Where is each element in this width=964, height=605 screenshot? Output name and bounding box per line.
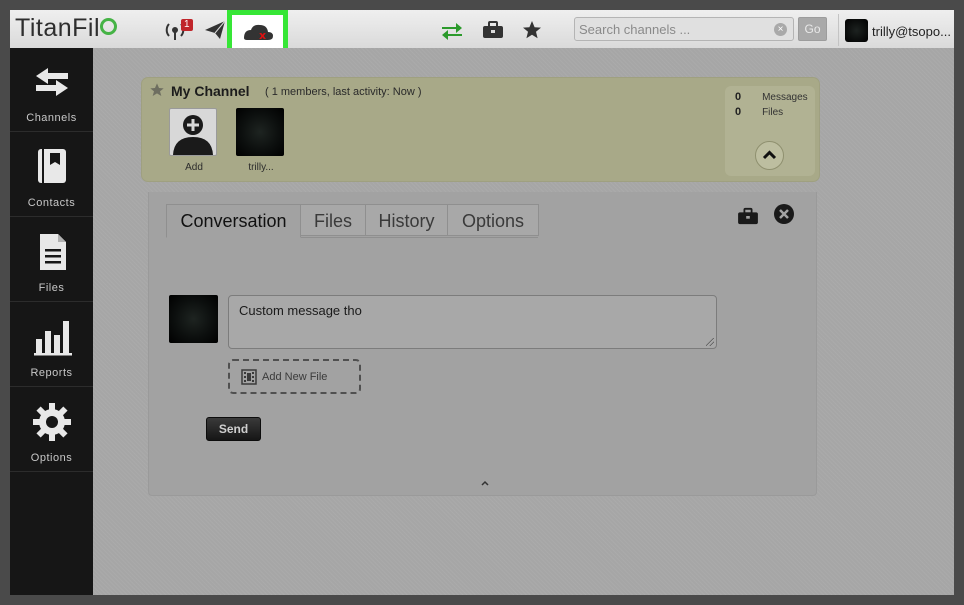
sidebar-item-label: Files [38, 282, 65, 294]
cloud-sync-button[interactable]: x [232, 15, 283, 49]
tab-conversation[interactable]: Conversation [166, 204, 301, 238]
briefcase-icon[interactable] [737, 207, 759, 225]
send-paper-plane-icon[interactable] [203, 18, 227, 42]
favorite-star-icon[interactable] [149, 82, 165, 98]
caret-up-icon[interactable] [480, 479, 490, 487]
logo: TitanFil [15, 14, 101, 42]
messages-stat: 0 Messages [735, 91, 808, 103]
message-input[interactable]: Custom message tho [228, 295, 717, 349]
member-trilly[interactable]: trilly... [236, 108, 286, 173]
files-count: 0 [735, 106, 742, 118]
cloud-error-icon: x [244, 24, 273, 42]
channel-header: My Channel ( 1 members, last activity: N… [141, 77, 820, 182]
sidebar: Channels Contacts Files Reports Options [10, 48, 93, 595]
files-label: Files [762, 107, 784, 118]
star-icon[interactable] [520, 18, 544, 42]
message-text: Custom message tho [239, 303, 362, 318]
files-stat: 0 Files [735, 106, 783, 118]
add-file-label: Add New File [262, 371, 328, 383]
tab-files[interactable]: Files [300, 204, 366, 236]
gear-icon [33, 403, 71, 441]
composer-avatar [169, 295, 218, 343]
search-clear-icon[interactable]: × [774, 23, 787, 36]
add-new-file-button[interactable]: Add New File [228, 359, 361, 394]
sidebar-item-label: Reports [30, 367, 73, 379]
logo-mark [100, 18, 117, 35]
messages-count: 0 [735, 91, 742, 103]
file-icon [40, 234, 66, 270]
channel-title: My Channel [171, 83, 250, 99]
briefcase-icon[interactable] [481, 18, 505, 42]
address-book-icon [38, 149, 66, 183]
member-name: Add [185, 162, 203, 173]
channel-stats: 0 Messages 0 Files [725, 86, 815, 176]
search-go-button[interactable]: Go [798, 17, 827, 41]
app-window: TitanFil 1 x Search channels ... × Go tr… [10, 10, 954, 595]
bar-chart-icon [34, 321, 72, 356]
film-file-icon [241, 369, 257, 385]
swap-arrows-icon [36, 68, 68, 96]
collapse-header-button[interactable] [755, 141, 784, 170]
main-content: My Channel ( 1 members, last activity: N… [93, 48, 954, 595]
chevron-up-icon [762, 150, 777, 160]
svg-text:x: x [259, 29, 266, 42]
tab-options[interactable]: Options [447, 204, 539, 236]
sidebar-item-reports[interactable]: Reports [10, 303, 93, 387]
sidebar-item-label: Options [30, 452, 73, 464]
close-icon [779, 209, 789, 219]
search-input[interactable] [575, 18, 769, 40]
add-member-icon[interactable] [169, 108, 217, 156]
close-panel-button[interactable] [774, 204, 794, 224]
transfer-arrows-icon[interactable] [440, 18, 464, 42]
sidebar-item-label: Contacts [27, 197, 76, 209]
send-button[interactable]: Send [206, 417, 261, 441]
messages-label: Messages [762, 92, 808, 103]
notification-badge: 1 [181, 19, 193, 31]
channel-meta: ( 1 members, last activity: Now ) [265, 86, 422, 98]
search-box: × [574, 17, 794, 41]
toolbar-divider [838, 14, 839, 46]
conversation-panel: Conversation Files History Options Custo… [148, 192, 817, 496]
member-avatar[interactable] [236, 108, 284, 156]
sidebar-item-contacts[interactable]: Contacts [10, 133, 93, 217]
user-name[interactable]: trilly@tsopo... [872, 24, 954, 39]
sidebar-item-options[interactable]: Options [10, 388, 93, 472]
member-name: trilly... [248, 162, 274, 173]
sidebar-item-label: Channels [26, 112, 77, 124]
top-bar: TitanFil 1 x Search channels ... × Go tr… [10, 10, 954, 54]
tab-history[interactable]: History [365, 204, 448, 236]
sidebar-item-files[interactable]: Files [10, 218, 93, 302]
user-avatar[interactable] [845, 19, 868, 42]
resize-grip-icon[interactable] [706, 338, 714, 346]
add-member[interactable]: Add [169, 108, 219, 173]
sidebar-item-channels[interactable]: Channels [10, 48, 93, 132]
